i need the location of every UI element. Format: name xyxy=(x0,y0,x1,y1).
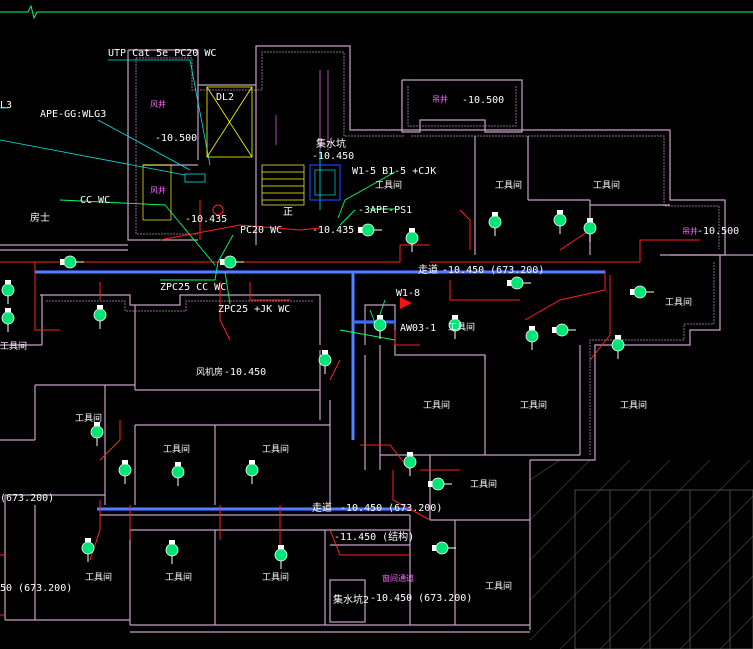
room-label: 工具间 xyxy=(470,478,497,490)
elev-5: -10.435 xyxy=(312,225,354,236)
utp-label: UTP Cat 5e PC20 WC xyxy=(108,48,216,59)
room-label: 工具间 xyxy=(423,399,450,411)
fixture-icon xyxy=(118,460,132,484)
w1-5-label: W1-5 B1-5 +CJK xyxy=(352,166,436,177)
fixture-icon xyxy=(432,541,456,555)
room-label: 风机房 xyxy=(196,366,223,378)
room-label: 走道 xyxy=(418,263,438,276)
room-label: 工具间 xyxy=(593,179,620,191)
room-label: 工具间 xyxy=(520,399,547,411)
room-label: 工具间 xyxy=(262,443,289,455)
elev-7: -10.450 (673.200) xyxy=(442,265,544,276)
fixture-icon xyxy=(630,285,654,299)
room-label: 风井 xyxy=(150,185,166,195)
room-label: 房士 xyxy=(30,211,50,224)
room-label: 窗间通道 xyxy=(382,573,414,583)
fixture-icon xyxy=(90,422,104,446)
stair-shaft xyxy=(142,70,341,221)
fixture-icon xyxy=(428,477,452,491)
fixture-icon xyxy=(611,335,625,359)
fixture-icon xyxy=(405,228,419,252)
floor-plan-drawing[interactable]: UTP Cat 5e PC20 WC APE-GG:WLG3 CC WC ZPC… xyxy=(0,0,753,649)
fixture-icon xyxy=(1,308,15,332)
room-label: 工具间 xyxy=(262,571,289,583)
fixture-icon xyxy=(525,326,539,350)
pc20-wc-label: PC20 WC xyxy=(240,225,282,236)
fixture-icon xyxy=(358,223,382,237)
ape-gg-label: APE-GG:WLG3 xyxy=(40,109,106,120)
fixture-icon xyxy=(318,350,332,374)
room-label: 工具间 xyxy=(0,340,27,352)
elev-10: -11.450 (结构) xyxy=(334,530,414,543)
top-signal-line xyxy=(0,4,753,20)
zpc25-jk-label: ZPC25 +JK WC xyxy=(218,304,290,315)
left-elev-1: (673.200) xyxy=(0,493,54,504)
fixture-icon xyxy=(60,255,84,269)
w1-8-label: W1-8 xyxy=(396,288,420,299)
elev-11: -10.450 xyxy=(312,151,354,162)
room-label: 集水坑 xyxy=(316,137,346,150)
fixture-icon xyxy=(552,323,576,337)
elev-4: -10.435 xyxy=(185,214,227,225)
elev-8: -10.450 (673.200) xyxy=(340,503,442,514)
room-label: 风井 xyxy=(150,99,166,109)
room-label: 工具间 xyxy=(75,412,102,424)
room-label: 集水坑2 xyxy=(333,593,369,606)
fixture-icon xyxy=(165,540,179,564)
elev-3: -10.500 xyxy=(697,226,739,237)
fixture-icon xyxy=(245,460,259,484)
red-markers xyxy=(212,204,412,309)
fixture-icon xyxy=(274,545,288,569)
room-label: 走道 xyxy=(312,501,332,514)
fixture-icon xyxy=(553,210,567,234)
fixture-icon xyxy=(583,218,597,242)
elev-9: -10.450 (673.200) xyxy=(370,593,472,604)
room-label: 工具间 xyxy=(495,179,522,191)
fixture-icon xyxy=(507,276,531,290)
elev-2: -10.500 xyxy=(462,95,504,106)
room-label: 工具间 xyxy=(375,179,402,191)
cad-viewport[interactable]: UTP Cat 5e PC20 WC APE-GG:WLG3 CC WC ZPC… xyxy=(0,0,753,649)
room-label: 工具间 xyxy=(620,399,647,411)
cc-wc-label: CC WC xyxy=(80,195,110,206)
room-label: 工具间 xyxy=(163,443,190,455)
fixture-icon xyxy=(1,280,15,304)
left-elev-2: 50 (673.200) xyxy=(0,583,72,594)
aw03-label: AW03-1 xyxy=(400,323,436,334)
fixture-icon xyxy=(488,212,502,236)
room-label: 工具间 xyxy=(85,571,112,583)
hatched-region xyxy=(529,459,753,649)
room-label: 工具间 xyxy=(165,571,192,583)
zpc25-cc-label: ZPC25 CC WC xyxy=(160,282,226,293)
up-mark: 正 xyxy=(283,207,293,218)
fixture-icon xyxy=(373,315,387,339)
room-label: 吊井 xyxy=(432,94,448,104)
dl2-label: DL2 xyxy=(216,92,234,103)
l3-label: L3 xyxy=(0,100,12,111)
room-label: 吊井 xyxy=(682,226,698,236)
room-label: 工具间 xyxy=(485,580,512,592)
room-label: 工具间 xyxy=(665,296,692,308)
fixture-icon xyxy=(93,305,107,329)
ape-ps1-label: -3APE-PS1 xyxy=(358,205,412,216)
fixture-icon xyxy=(171,462,185,486)
fixture-icon xyxy=(81,538,95,562)
elev-1: -10.500 xyxy=(155,133,197,144)
fixture-icon xyxy=(220,255,244,269)
room-label: 工具间 xyxy=(448,321,475,333)
elev-6: -10.450 xyxy=(224,367,266,378)
